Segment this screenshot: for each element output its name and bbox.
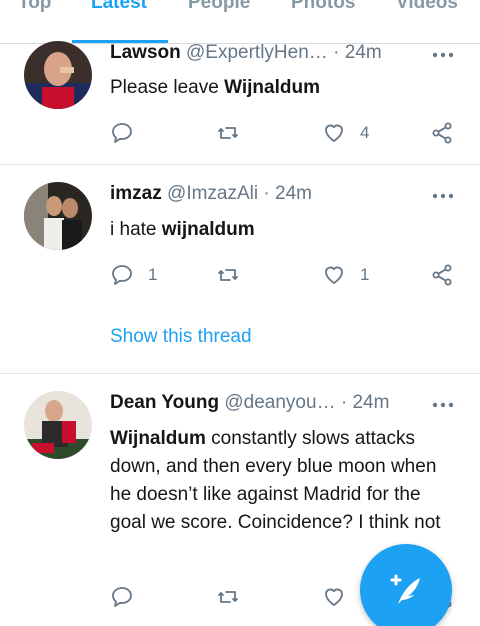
display-name[interactable]: Dean Young	[110, 392, 219, 413]
heart-icon	[325, 266, 343, 284]
like-count: 1	[360, 265, 370, 284]
retweet-icon	[218, 269, 238, 281]
tab-people[interactable]: People	[188, 0, 250, 14]
user-handle[interactable]: @ExpertlyHen…	[186, 42, 328, 63]
speech-bubble-icon	[112, 265, 132, 285]
like-button[interactable]: 4	[322, 118, 369, 148]
compose-feather-icon	[390, 574, 420, 604]
tweet-header: Lawson @ExpertlyHen… · 24m	[110, 42, 456, 70]
more-dots-icon[interactable]	[430, 392, 456, 418]
timestamp: 24m	[275, 183, 312, 204]
user-handle[interactable]: @deanyou…	[224, 392, 335, 413]
share-button[interactable]	[430, 118, 454, 148]
display-name[interactable]: imzaz	[110, 183, 162, 204]
timestamp: 24m	[352, 392, 390, 413]
tweet-lawson[interactable]: Lawson @ExpertlyHen… · 24m Please leave …	[0, 41, 480, 164]
text-highlight: wijnaldum	[161, 219, 255, 240]
speech-bubble-icon	[112, 587, 132, 607]
retweet-button[interactable]	[216, 260, 254, 290]
like-count: 4	[360, 123, 370, 142]
avatar[interactable]	[24, 182, 92, 250]
tweet-actions: 1 1	[110, 260, 460, 290]
search-tabs: Top Latest People Photos Videos	[0, 0, 480, 44]
user-handle[interactable]: @ImzazAli	[167, 183, 258, 204]
avatar[interactable]	[24, 391, 92, 459]
text-highlight: Wijnaldum	[110, 428, 206, 449]
separator-dot: ·	[340, 392, 348, 413]
text-prefix: i hate	[110, 219, 162, 240]
tweet-text: Wijnaldum constantly slows attacks down,…	[110, 425, 456, 537]
reply-button[interactable]	[110, 582, 148, 612]
avatar[interactable]	[24, 41, 92, 109]
tweet-actions: 4	[110, 118, 460, 148]
separator-dot: ·	[263, 183, 270, 204]
retweet-button[interactable]	[216, 582, 254, 612]
separator-dot: ·	[333, 42, 340, 63]
text-highlight: Wijnaldum	[224, 77, 320, 98]
retweet-button[interactable]	[216, 118, 254, 148]
share-icon	[432, 122, 452, 144]
speech-bubble-icon	[112, 123, 132, 143]
tab-videos[interactable]: Videos	[396, 0, 458, 14]
text-prefix: Please leave	[110, 77, 225, 98]
tweet-header: imzaz @ImzazAli · 24m	[110, 183, 456, 211]
tab-latest[interactable]: Latest	[91, 0, 147, 14]
tab-top[interactable]: Top	[18, 0, 51, 14]
show-thread-link[interactable]: Show this thread	[110, 326, 252, 348]
retweet-icon	[218, 591, 238, 603]
reply-button[interactable]	[110, 118, 148, 148]
tweet-text: Please leave Wijnaldum	[110, 74, 456, 102]
reply-count: 1	[148, 265, 158, 284]
tab-photos[interactable]: Photos	[291, 0, 355, 14]
timestamp: 24m	[344, 42, 382, 63]
heart-icon	[325, 124, 343, 142]
reply-button[interactable]: 1	[110, 260, 157, 290]
tweet-text: i hate wijnaldum	[110, 216, 456, 244]
compose-tweet-button[interactable]	[360, 544, 452, 626]
retweet-icon	[218, 127, 238, 139]
share-button[interactable]	[430, 260, 454, 290]
heart-icon	[325, 588, 343, 606]
like-button[interactable]	[322, 582, 360, 612]
more-dots-icon[interactable]	[430, 42, 456, 68]
like-button[interactable]: 1	[322, 260, 369, 290]
display-name[interactable]: Lawson	[110, 42, 181, 63]
more-dots-icon[interactable]	[430, 183, 456, 209]
tweet-header: Dean Young @deanyou… · 24m	[110, 392, 456, 420]
share-icon	[432, 264, 452, 286]
